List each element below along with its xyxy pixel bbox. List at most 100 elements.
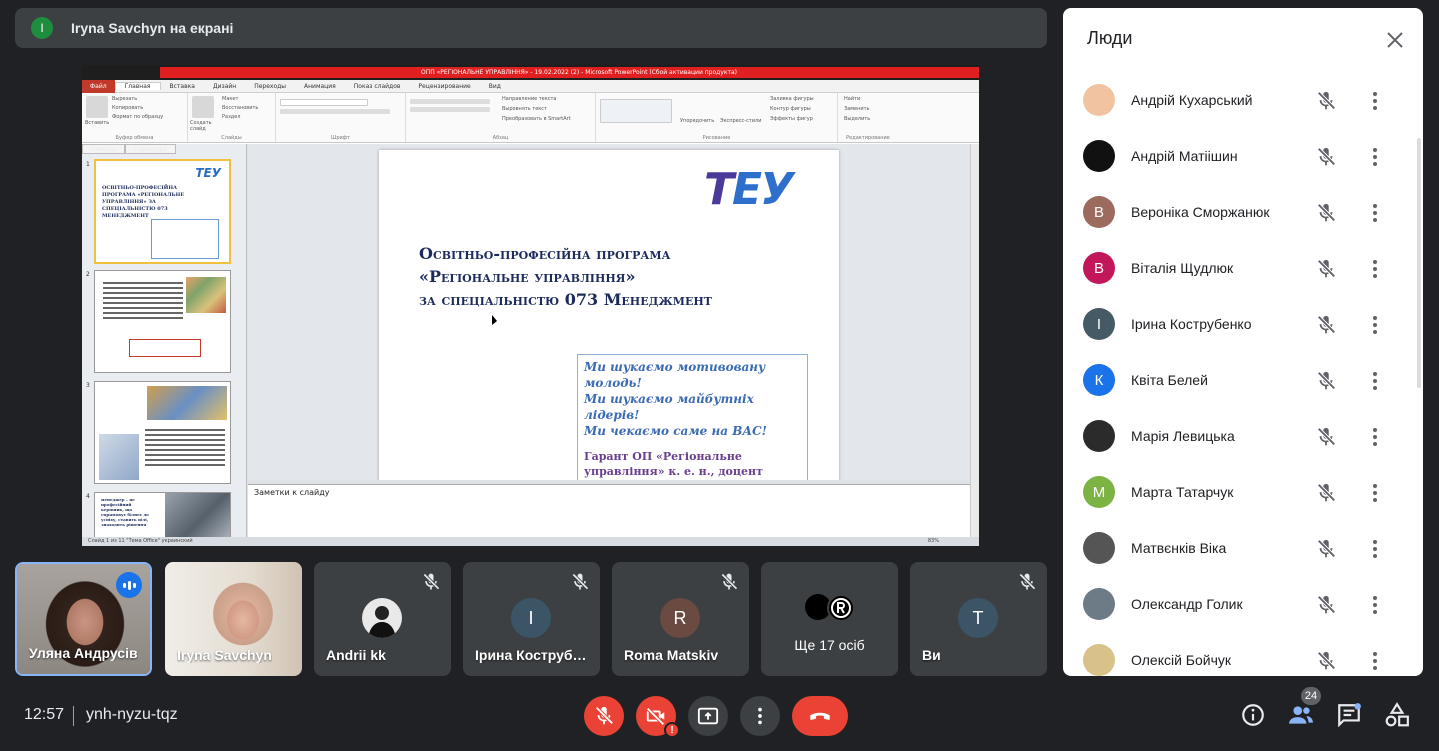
close-icon[interactable]	[1383, 28, 1407, 52]
presenter-avatar: I	[31, 17, 53, 39]
participant-tile[interactable]: R Roma Matskiv	[612, 562, 749, 676]
people-panel: Люди Андрій Кухарський Андрій Матіішин В Ве…	[1063, 8, 1423, 676]
present-screen-button[interactable]	[688, 696, 728, 736]
chat-icon[interactable]	[1336, 702, 1362, 728]
participant-avatar: К	[1083, 364, 1115, 396]
participant-name: Матвєнків Віка	[1131, 540, 1227, 556]
participant-list-item[interactable]: В Віталія Щудлюк	[1083, 248, 1403, 288]
more-vert-icon[interactable]	[1365, 146, 1385, 168]
quick-styles-label: Экспресс-стили	[720, 118, 762, 124]
people-panel-title: Люди	[1087, 28, 1133, 48]
zoom-level: 83%	[927, 538, 939, 544]
tab-view: Вид	[488, 82, 501, 90]
mic-off-icon	[1315, 426, 1337, 448]
activities-icon[interactable]	[1384, 702, 1410, 728]
participant-tile[interactable]: Iryna Savchyn	[165, 562, 302, 676]
self-tile[interactable]: T Ви	[910, 562, 1047, 676]
mic-off-icon	[1315, 482, 1337, 504]
participant-list-item[interactable]: Олексій Бойчук	[1083, 640, 1403, 676]
participants-count-badge: 24	[1301, 687, 1321, 705]
more-vert-icon[interactable]	[1365, 370, 1385, 392]
format-painter-label: Формат по образцу	[112, 114, 164, 120]
more-vert-icon[interactable]	[1365, 594, 1385, 616]
thumb-logo: ТЕУ	[195, 166, 221, 180]
more-vert-icon[interactable]	[1365, 482, 1385, 504]
more-participants-tile[interactable]: Ще 17 осіб	[761, 562, 898, 676]
thumb-textbox	[151, 219, 219, 259]
more-vert-icon[interactable]	[1365, 258, 1385, 280]
participant-avatar: В	[1083, 252, 1115, 284]
thumb-title: ОСВІТНЬО-ПРОФЕСІЙНА ПРОГРАМА «РЕГІОНАЛЬН…	[102, 185, 185, 219]
camera-toggle-button[interactable]: !	[636, 696, 680, 738]
participant-tile[interactable]: І Ірина Кострубенко	[463, 562, 600, 676]
more-vert-icon[interactable]	[1365, 650, 1385, 672]
text-direction-label: Направление текста	[502, 96, 557, 102]
mic-off-icon	[1315, 650, 1337, 672]
participant-name: Квіта Белей	[1131, 372, 1208, 388]
tab-review: Рецензирование	[418, 82, 471, 90]
mic-toggle-button[interactable]	[584, 696, 624, 736]
mic-off-icon	[1315, 538, 1337, 560]
more-options-button[interactable]	[740, 696, 780, 736]
participant-name: Andrii kk	[326, 647, 386, 663]
more-vert-icon	[758, 707, 762, 725]
slide-guarantor: Гарант ОП «Регіональне управління» к. е.…	[584, 450, 763, 478]
powerpoint-workspace: Слайды Структура 1 ТЕУ ОСВІТНЬО-ПРОФЕСІЙ…	[82, 144, 979, 546]
people-icon[interactable]	[1288, 702, 1314, 728]
mouse-cursor-icon	[492, 315, 497, 325]
participant-list-item[interactable]: Олександр Голик	[1083, 584, 1403, 624]
people-scrollbar[interactable]	[1417, 138, 1421, 388]
powerpoint-window-title: ОПП «РЕГІОНАЛЬНЕ УПРАВЛІННЯ» - 19.02.202…	[160, 67, 979, 78]
participant-name: Марта Татарчук	[1131, 484, 1234, 500]
more-participants-label: Ще 17 осіб	[794, 637, 865, 653]
new-slide-label: Создать слайд	[190, 120, 212, 132]
tab-design: Дизайн	[212, 82, 237, 90]
participant-avatar: В	[1083, 196, 1115, 228]
participant-list-item[interactable]: К Квіта Белей	[1083, 360, 1403, 400]
shape-fill-label: Заливка фигуры	[770, 96, 814, 102]
meeting-code: ynh-nyzu-tqz	[86, 706, 178, 723]
ribbon-group-paragraph: Направление текста Выровнять текст Преоб…	[406, 93, 596, 142]
participant-list-item[interactable]: Матвєнків Віка	[1083, 528, 1403, 568]
paste-icon	[86, 96, 108, 118]
group-label-paragraph: Абзац	[492, 135, 509, 141]
participant-list-item[interactable]: М Марта Татарчук	[1083, 472, 1403, 512]
slide-textbox: Ми шукаємо мотивовану молодь! Ми шукаємо…	[577, 354, 808, 480]
participant-avatar	[1083, 644, 1115, 676]
more-vert-icon[interactable]	[1365, 202, 1385, 224]
slide-number: 4	[86, 493, 90, 500]
participant-name: Олексій Бойчук	[1131, 652, 1232, 668]
participant-avatar	[1083, 140, 1115, 172]
mic-off-icon	[572, 573, 589, 590]
participant-avatar	[1083, 84, 1115, 116]
clock: 12:57	[24, 706, 65, 723]
participant-list-item[interactable]: Андрій Матіішин	[1083, 136, 1403, 176]
participant-list-item[interactable]: І Ірина Кострубенко	[1083, 304, 1403, 344]
meeting-info-icon[interactable]	[1240, 702, 1266, 728]
current-slide: ТЕУ Освітньо-професійна програма «Регіон…	[379, 150, 839, 480]
participant-list-item[interactable]: В Вероніка Сморжанюк	[1083, 192, 1403, 232]
ribbon-group-font: Шрифт	[276, 93, 406, 142]
more-vert-icon[interactable]	[1365, 426, 1385, 448]
leave-call-button[interactable]	[792, 696, 848, 736]
participant-list-item[interactable]: Марія Левицька	[1083, 416, 1403, 456]
more-vert-icon[interactable]	[1365, 90, 1385, 112]
shared-screen: ОПП «РЕГІОНАЛЬНЕ УПРАВЛІННЯ» - 19.02.202…	[82, 65, 979, 546]
participant-avatar	[1083, 588, 1115, 620]
participant-name: Ви	[922, 647, 941, 663]
mic-off-icon	[1315, 90, 1337, 112]
participant-avatar: М	[1083, 476, 1115, 508]
ribbon-group-editing: Найти Заменить Выделить Редактирование	[838, 93, 898, 142]
more-vert-icon[interactable]	[1365, 314, 1385, 336]
notes-pane: Заметки к слайду	[248, 484, 970, 537]
participant-avatar: І	[1083, 308, 1115, 340]
participant-name: Roma Matskiv	[624, 647, 719, 663]
participant-list-item[interactable]: Андрій Кухарський	[1083, 80, 1403, 120]
participant-tile[interactable]: Andrii kk	[314, 562, 451, 676]
participant-tile[interactable]: Уляна Андрусів	[15, 562, 152, 676]
ribbon-group-drawing: Упорядочить Экспресс-стили Заливка фигур…	[596, 93, 838, 142]
thumb-text-lines	[103, 279, 183, 322]
new-slide-icon	[192, 96, 214, 118]
more-vert-icon[interactable]	[1365, 538, 1385, 560]
participant-avatar	[1083, 420, 1115, 452]
